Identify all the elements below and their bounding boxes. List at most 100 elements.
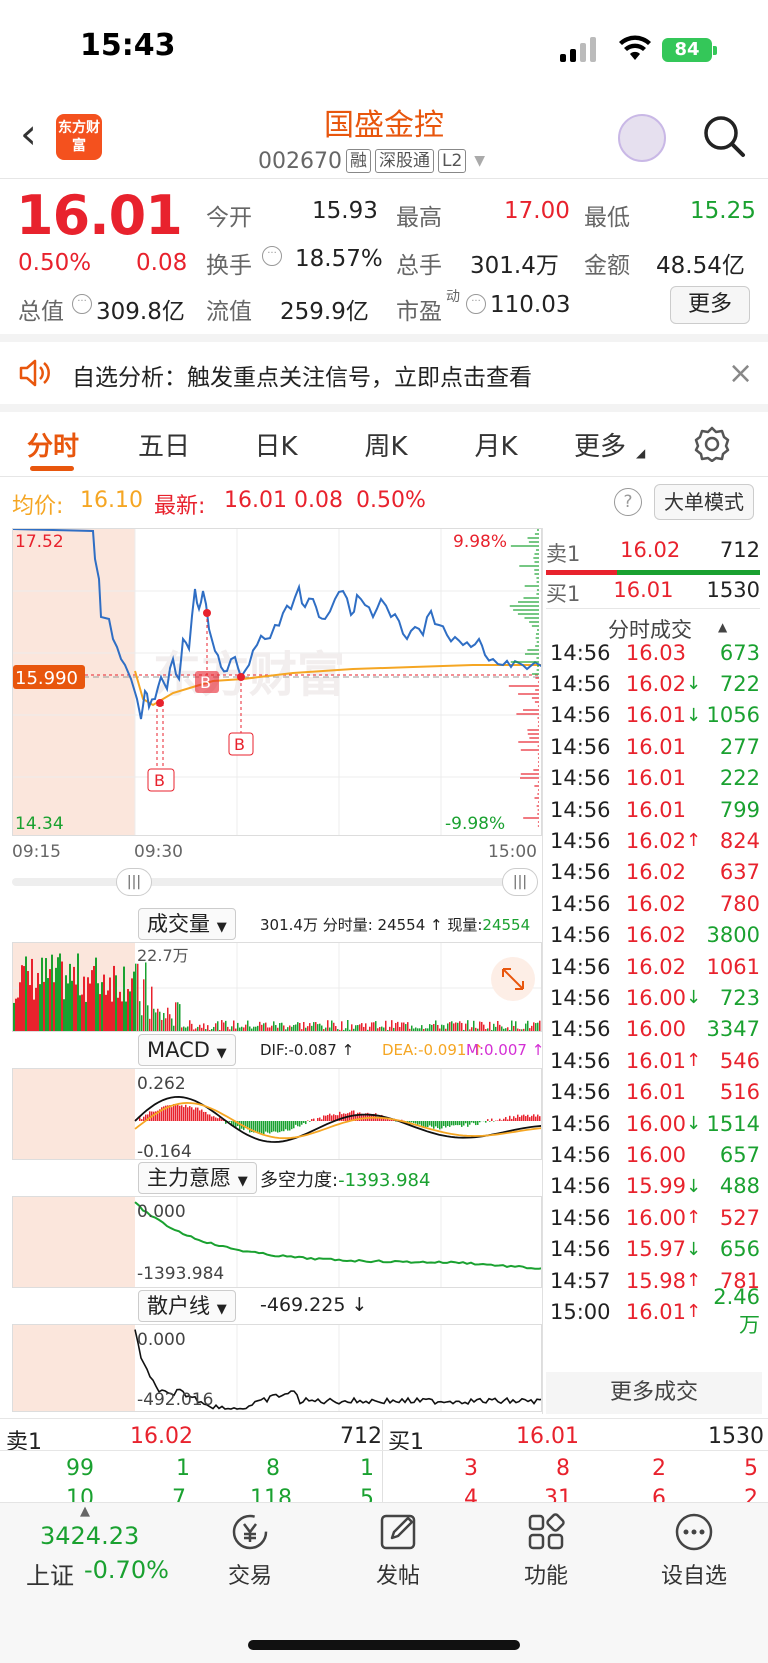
tab-more[interactable]: 更多 bbox=[568, 426, 632, 463]
main-force-indicator-select[interactable]: 主力意愿 ▼ bbox=[138, 1162, 257, 1194]
price-chart-panel[interactable]: 东方财富 B B B 17.52 14.34 9.98% -9.98% 15.9… bbox=[12, 528, 542, 836]
ticks-caret-up-icon[interactable]: ▲ bbox=[718, 620, 727, 634]
assistant-avatar-icon[interactable] bbox=[618, 114, 666, 162]
tick-time: 14:57 bbox=[550, 1268, 611, 1293]
book-cell: 1 bbox=[176, 1456, 190, 1481]
time-end-label: 15:00 bbox=[488, 842, 537, 862]
price-chart: 东方财富 B B B 17.52 14.34 9.98% -9.98% 15.9… bbox=[13, 529, 541, 835]
cellular-signal-icon bbox=[560, 36, 600, 62]
volume-panel[interactable]: 22.7万 bbox=[12, 942, 542, 1032]
book-cell: 8 bbox=[556, 1456, 570, 1481]
avg-label: 均价: bbox=[12, 494, 64, 519]
retail-panel[interactable]: 0.000 -492.016 bbox=[12, 1324, 542, 1412]
volume-indicator-label: 成交量 bbox=[147, 912, 210, 936]
info-dots-icon[interactable]: ··· bbox=[466, 294, 486, 314]
caret-down-icon: ▼ bbox=[216, 1046, 227, 1061]
buy-marker-label: B bbox=[154, 771, 165, 790]
help-icon[interactable]: ? bbox=[614, 488, 642, 516]
volume-indicator-select[interactable]: 成交量 ▼ bbox=[138, 908, 236, 940]
gear-icon[interactable] bbox=[694, 426, 730, 462]
info-dots-icon[interactable]: ··· bbox=[72, 294, 92, 314]
macd-panel[interactable]: 0.262 -0.164 bbox=[12, 1068, 542, 1160]
close-icon[interactable]: × bbox=[728, 356, 753, 391]
slider-left-handle[interactable]: ||| bbox=[116, 868, 152, 896]
turnover-label: 换手 bbox=[206, 253, 252, 279]
current-price-tag-text: 15.990 bbox=[15, 668, 78, 689]
macd-m-value: M:0.007 ↑ bbox=[466, 1041, 545, 1059]
main-force-chart: 0.000 -1393.984 bbox=[13, 1197, 541, 1287]
stock-subtitle[interactable]: 002670 融 深股通 L2 ▼ bbox=[258, 146, 485, 176]
tab-weekly-k[interactable]: 周K bbox=[356, 426, 416, 463]
nav-trade[interactable]: 交易 bbox=[190, 1510, 310, 1590]
tick-price: 16.01 bbox=[625, 1299, 686, 1324]
tick-price: 16.02 bbox=[625, 828, 686, 853]
divider bbox=[546, 608, 760, 609]
last-change: 0.08 bbox=[294, 488, 343, 513]
retail-indicator-select[interactable]: 散户线 ▼ bbox=[138, 1290, 236, 1322]
retail-chart: 0.000 -492.016 bbox=[13, 1325, 541, 1411]
battery-icon: 84 bbox=[662, 38, 712, 62]
tab-five-day[interactable]: 五日 bbox=[132, 426, 196, 463]
tick-volume: 546 bbox=[719, 1048, 760, 1073]
ask1-row: 卖1 16.02 712 bbox=[546, 538, 760, 568]
macd-indicator-select[interactable]: MACD ▼ bbox=[138, 1034, 236, 1066]
search-icon[interactable] bbox=[702, 114, 746, 158]
section-separator bbox=[0, 404, 768, 412]
slider-right-handle[interactable]: ||| bbox=[502, 868, 538, 896]
tick-direction: ↓ bbox=[686, 1113, 702, 1134]
index-percent[interactable]: -0.70% bbox=[84, 1556, 169, 1584]
tick-time: 14:56 bbox=[550, 954, 611, 979]
tick-row: 14:56 16.02 ↓ 722 bbox=[550, 667, 760, 700]
tick-row: 14:56 16.00 ↓ 723 bbox=[550, 981, 760, 1014]
main-force-bottom-label: -1393.984 bbox=[137, 1264, 224, 1284]
nav-post[interactable]: 发帖 bbox=[338, 1510, 458, 1590]
tick-direction: ↑ bbox=[686, 1301, 702, 1323]
tab-monthly-k[interactable]: 月K bbox=[466, 426, 526, 463]
signal-banner-text[interactable]: 自选分析：触发重点关注信号，立即点击查看 bbox=[72, 358, 532, 392]
last-label: 最新: bbox=[154, 494, 206, 519]
book-cell: 3 bbox=[464, 1456, 478, 1481]
more-button[interactable]: 更多 bbox=[670, 286, 750, 324]
volume-summary-text: 301.4万 分时量: 24554 ↑ 现量: bbox=[260, 916, 483, 934]
tick-time: 14:56 bbox=[550, 1017, 611, 1042]
chevron-down-icon: ▼ bbox=[474, 153, 486, 169]
book-ask1-label: 卖1 bbox=[6, 1430, 42, 1455]
tick-volume: 1056 bbox=[706, 703, 760, 728]
tick-row: 14:56 16.02 1061 bbox=[550, 950, 760, 983]
float-label: 流值 bbox=[206, 299, 252, 325]
book-row-divider bbox=[0, 1450, 768, 1451]
index-value[interactable]: 3424.23 bbox=[40, 1522, 139, 1550]
tab-daily-k[interactable]: 日K bbox=[246, 426, 306, 463]
turnover-value: 18.57% bbox=[295, 246, 383, 272]
tick-price: 16.00 bbox=[625, 985, 686, 1010]
tick-time: 14:56 bbox=[550, 1080, 611, 1105]
book-bid1-volume: 1530 bbox=[708, 1424, 764, 1449]
big-order-mode-button[interactable]: 大单模式 bbox=[654, 484, 754, 520]
time-range-slider[interactable] bbox=[12, 878, 538, 886]
margin-tag: 融 bbox=[345, 149, 371, 173]
nav-add-watchlist[interactable]: 设自选 bbox=[634, 1510, 754, 1590]
info-dots-icon[interactable]: ··· bbox=[262, 246, 282, 266]
tick-row: 14:56 16.00 ↑ 527 bbox=[550, 1201, 760, 1234]
tick-price: 15.99 bbox=[625, 1174, 686, 1199]
tick-row: 14:56 16.01 ↓ 1056 bbox=[550, 699, 760, 732]
main-force-panel[interactable]: 0.000 -1393.984 bbox=[12, 1196, 542, 1288]
tick-time: 14:56 bbox=[550, 985, 611, 1010]
tick-price: 15.98 bbox=[625, 1268, 686, 1293]
tab-intraday[interactable]: 分时 bbox=[24, 426, 82, 463]
battery-tip bbox=[713, 46, 717, 55]
last-value: 16.01 bbox=[224, 488, 287, 513]
ask1-label: 卖1 bbox=[546, 542, 581, 566]
tick-row: 14:56 15.97 ↓ 656 bbox=[550, 1233, 760, 1266]
header-divider bbox=[0, 178, 768, 179]
tick-time: 14:56 bbox=[550, 703, 611, 728]
back-icon[interactable]: ‹ bbox=[20, 112, 56, 156]
more-ticks-button[interactable]: 更多成交 bbox=[546, 1372, 762, 1414]
nav-add-watchlist-label: 设自选 bbox=[660, 1564, 727, 1589]
y-min-label: 14.34 bbox=[15, 814, 64, 834]
index-name[interactable]: 上证 bbox=[26, 1556, 74, 1591]
last-price: 16.01 bbox=[16, 184, 183, 247]
tick-price: 16.00 bbox=[625, 1205, 686, 1230]
nav-functions[interactable]: 功能 bbox=[486, 1510, 606, 1590]
book-cell: 1 bbox=[360, 1456, 374, 1481]
